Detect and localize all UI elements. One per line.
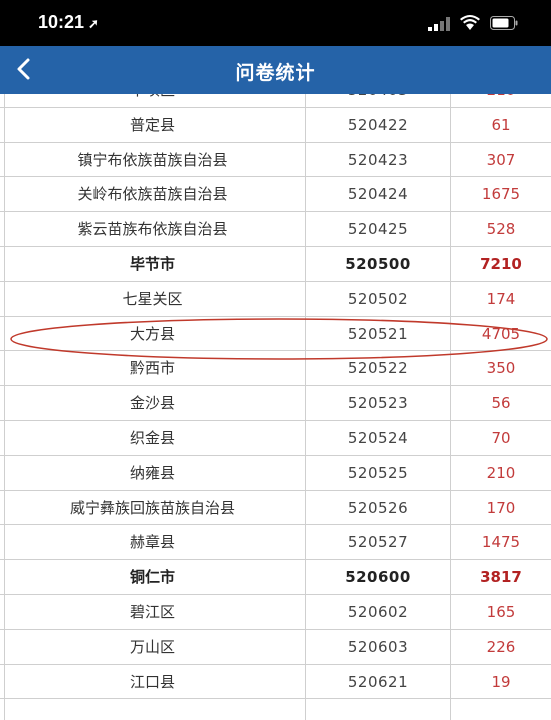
nav-bar: 问卷统计 (0, 46, 551, 94)
table-left-border (4, 94, 5, 720)
region-code-cell: 520525 (306, 455, 451, 490)
table-row[interactable]: 铜仁市 520600 3817 (0, 560, 551, 595)
highlight-ellipse (10, 318, 548, 360)
count-cell: 165 (486, 602, 516, 621)
table-row[interactable]: 万山区 520603 226 (0, 629, 551, 665)
count-cell: 226 (486, 637, 516, 656)
count-cell: 210 (486, 463, 516, 482)
region-code-cell: 520425 (306, 212, 451, 246)
region-code-cell: 520602 (306, 594, 451, 629)
region-name-cell: 镇宁布依族苗族自治县 (0, 142, 306, 177)
table-row[interactable]: 平坝区520403210 (0, 94, 551, 108)
battery-icon (490, 16, 518, 30)
region-code-cell: 520523 (306, 386, 451, 420)
table-rows: 平坝区520403210普定县52042261镇宁布依族苗族自治县5204233… (0, 94, 551, 720)
count-cell: 307 (486, 150, 516, 169)
region-name-cell: 平坝区 (0, 94, 306, 107)
region-code-cell: 520424 (306, 177, 451, 212)
region-name-cell: 万山区 (0, 629, 306, 664)
region-name-cell (0, 699, 306, 720)
status-bar: 10:21 ➚ (0, 0, 551, 46)
signal-icon (428, 17, 450, 31)
region-code-cell: 520621 (306, 664, 451, 699)
table-row[interactable]: 威宁彝族回族苗族自治县 520526 170 (0, 490, 551, 526)
region-name-cell: 赫章县 (0, 525, 306, 560)
region-code-cell (306, 699, 451, 720)
region-name-cell: 威宁彝族回族苗族自治县 (0, 490, 306, 525)
time-text: 10:21 (38, 12, 85, 32)
region-name-cell: 织金县 (0, 420, 306, 455)
region-code-cell: 520527 (306, 525, 451, 560)
count-cell: 210 (451, 94, 551, 107)
count-cell: 3817 (480, 568, 522, 587)
region-code-cell: 520423 (306, 142, 451, 177)
region-name-cell: 金沙县 (0, 386, 306, 420)
table-row[interactable] (0, 699, 551, 720)
count-cell: 170 (486, 498, 516, 517)
count-cell: 70 (491, 428, 511, 447)
table-row[interactable]: 普定县 520422 61 (0, 107, 551, 143)
count-cell: 56 (491, 394, 511, 413)
region-name-cell: 关岭布依族苗族自治县 (0, 177, 306, 212)
region-name-cell: 江口县 (0, 664, 306, 699)
region-code-cell: 520403 (306, 94, 451, 107)
table-row[interactable]: 纳雍县 520525 210 (0, 455, 551, 491)
region-name-cell: 紫云苗族布依族自治县 (0, 212, 306, 246)
region-code-cell: 520500 (306, 246, 451, 281)
region-code-cell: 520524 (306, 420, 451, 455)
count-cell (451, 699, 551, 720)
table-row[interactable]: 镇宁布依族苗族自治县 520423 307 (0, 142, 551, 178)
status-time: 10:21 ➚ (38, 12, 99, 33)
count-cell: 61 (491, 115, 511, 134)
stats-table[interactable]: 平坝区520403210普定县52042261镇宁布依族苗族自治县5204233… (0, 94, 551, 720)
table-row[interactable]: 紫云苗族布依族自治县 520425 528 (0, 212, 551, 247)
count-cell: 19 (491, 672, 511, 691)
count-cell: 174 (486, 289, 516, 308)
count-cell: 7210 (480, 254, 522, 273)
region-code-cell: 520526 (306, 490, 451, 525)
table-row[interactable]: 江口县 520621 19 (0, 664, 551, 700)
table-row[interactable]: 赫章县 520527 1475 (0, 525, 551, 561)
count-cell: 528 (486, 220, 516, 239)
region-name-cell: 铜仁市 (0, 560, 306, 594)
count-cell: 1475 (481, 533, 521, 552)
wifi-icon (460, 15, 480, 30)
table-row[interactable]: 金沙县 520523 56 (0, 386, 551, 421)
table-row[interactable]: 七星关区 520502 174 (0, 281, 551, 317)
region-name-cell: 毕节市 (0, 246, 306, 281)
table-row[interactable]: 碧江区 520602 165 (0, 594, 551, 630)
region-code-cell: 520603 (306, 629, 451, 664)
table-row[interactable]: 毕节市 520500 7210 (0, 246, 551, 282)
table-row[interactable]: 织金县 520524 70 (0, 420, 551, 456)
region-code-cell: 520502 (306, 281, 451, 316)
region-name-cell: 碧江区 (0, 594, 306, 629)
region-code-cell: 520422 (306, 107, 451, 142)
region-code-cell: 520600 (306, 560, 451, 594)
table-row[interactable]: 关岭布依族苗族自治县 520424 1675 (0, 177, 551, 213)
region-name-cell: 七星关区 (0, 281, 306, 316)
location-arrow-icon: ➚ (88, 16, 99, 31)
count-cell: 1675 (481, 185, 521, 204)
page-title: 问卷统计 (235, 62, 316, 84)
region-name-cell: 普定县 (0, 107, 306, 142)
region-name-cell: 纳雍县 (0, 455, 306, 490)
